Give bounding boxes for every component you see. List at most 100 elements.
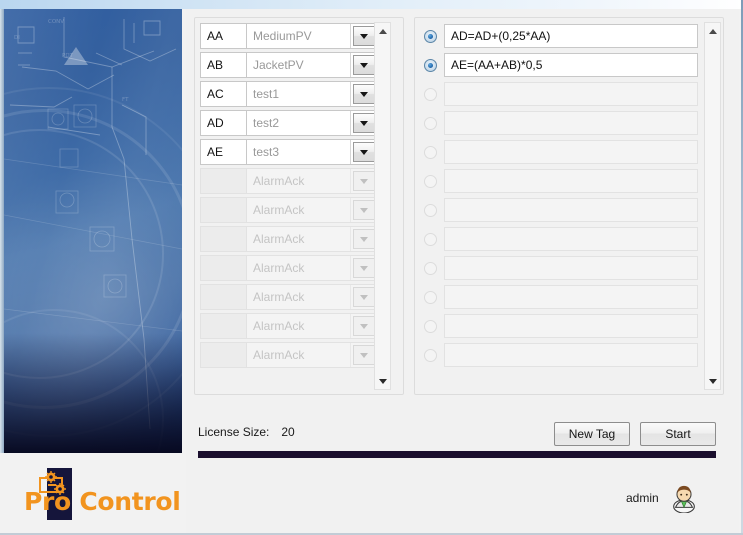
tag-code-input (201, 314, 247, 338)
chevron-down-icon (353, 345, 375, 365)
tag-code-input (201, 285, 247, 309)
expression-input (444, 256, 698, 280)
expression-radio-button (424, 232, 437, 246)
tag-row: AlarmAck (200, 226, 378, 252)
new-tag-button[interactable]: New Tag (554, 422, 630, 446)
expression-radio-button (424, 116, 437, 130)
start-button[interactable]: Start (640, 422, 716, 446)
expression-input (444, 111, 698, 135)
expression-radio-button (424, 145, 437, 159)
main-content: AA MediumPV AB JacketPV AC test1 AD test2 AE test… (186, 9, 739, 533)
chevron-down-icon[interactable] (353, 84, 375, 104)
chevron-down-icon[interactable] (353, 55, 375, 75)
expression-row (420, 168, 698, 194)
tag-name-select: AlarmAck (247, 227, 351, 251)
expression-row (420, 139, 698, 165)
tag-name-select: AlarmAck (247, 314, 351, 338)
expression-input (444, 140, 698, 164)
tag-rows-container: AA MediumPV AB JacketPV AC test1 AD test2 AE test… (200, 23, 378, 391)
chevron-down-icon (353, 287, 375, 307)
expression-input (444, 169, 698, 193)
scroll-up-arrow-icon[interactable] (375, 23, 390, 39)
expression-row (420, 255, 698, 281)
expression-radio-button[interactable] (424, 29, 437, 43)
license-size-label: License Size: (198, 425, 270, 439)
tag-code-input (201, 227, 247, 251)
tag-code-input[interactable]: AE (201, 140, 247, 164)
tag-list-panel: AA MediumPV AB JacketPV AC test1 AD test2 AE test… (194, 17, 404, 395)
tag-name-select: AlarmAck (247, 198, 351, 222)
tag-name-select: AlarmAck (247, 256, 351, 280)
expression-radio-button (424, 174, 437, 188)
expression-list-scrollbar[interactable] (704, 22, 721, 390)
tag-code-input[interactable]: AC (201, 82, 247, 106)
tag-row[interactable]: AC test1 (200, 81, 378, 107)
tag-name-select[interactable]: JacketPV (247, 53, 351, 77)
tag-row: AlarmAck (200, 255, 378, 281)
tag-name-select[interactable]: test3 (247, 140, 351, 164)
expression-input (444, 227, 698, 251)
expression-radio-button (424, 319, 437, 333)
window-top-strip (0, 0, 743, 9)
expression-radio-button (424, 87, 437, 101)
tag-name-select[interactable]: test1 (247, 82, 351, 106)
expression-input[interactable]: AD=AD+(0,25*AA) (444, 24, 698, 48)
chevron-down-icon (353, 200, 375, 220)
expression-row (420, 342, 698, 368)
tag-list-scrollbar[interactable] (374, 22, 391, 390)
tag-code-input (201, 169, 247, 193)
expression-input[interactable]: AE=(AA+AB)*0,5 (444, 53, 698, 77)
license-size-value: 20 (281, 425, 295, 439)
chevron-down-icon[interactable] (353, 113, 375, 133)
expression-radio-button (424, 290, 437, 304)
tag-row[interactable]: AD test2 (200, 110, 378, 136)
tag-code-input (201, 343, 247, 367)
blueprint-bottom-fade (4, 333, 182, 453)
expression-input (444, 285, 698, 309)
tag-row: AlarmAck (200, 197, 378, 223)
expression-row (420, 197, 698, 223)
scroll-down-arrow-icon[interactable] (375, 373, 390, 389)
tag-row: AlarmAck (200, 342, 378, 368)
tag-row[interactable]: AB JacketPV (200, 52, 378, 78)
expression-input (444, 82, 698, 106)
scroll-up-arrow-icon[interactable] (705, 23, 720, 39)
user-area[interactable]: admin (626, 483, 699, 513)
application-window: CONV PDT DI FT (0, 0, 743, 535)
expression-radio-button (424, 203, 437, 217)
tag-row[interactable]: AE test3 (200, 139, 378, 165)
tag-row: AlarmAck (200, 313, 378, 339)
chevron-down-icon[interactable] (353, 142, 375, 162)
expression-row (420, 226, 698, 252)
expression-row[interactable]: AE=(AA+AB)*0,5 (420, 52, 698, 78)
tag-row: AlarmAck (200, 168, 378, 194)
chevron-down-icon (353, 316, 375, 336)
expression-row (420, 110, 698, 136)
expression-input (444, 343, 698, 367)
progress-bar-fill (198, 451, 716, 458)
scroll-down-arrow-icon[interactable] (705, 373, 720, 389)
expression-input (444, 314, 698, 338)
license-size-info: License Size: 20 (198, 425, 295, 439)
user-avatar-icon[interactable] (669, 483, 699, 513)
expression-row[interactable]: AD=AD+(0,25*AA) (420, 23, 698, 49)
tag-name-select: AlarmAck (247, 343, 351, 367)
chevron-down-icon (353, 229, 375, 249)
chevron-down-icon (353, 171, 375, 191)
expression-list-panel: AD=AD+(0,25*AA) AE=(AA+AB)*0,5 (414, 17, 724, 395)
user-name-label: admin (626, 491, 659, 505)
tag-name-select[interactable]: MediumPV (247, 24, 351, 48)
expression-radio-button[interactable] (424, 58, 437, 72)
tag-code-input[interactable]: AD (201, 111, 247, 135)
chevron-down-icon (353, 258, 375, 278)
expression-row (420, 81, 698, 107)
tag-code-input[interactable]: AA (201, 24, 247, 48)
chevron-down-icon[interactable] (353, 26, 375, 46)
tag-code-input[interactable]: AB (201, 53, 247, 77)
expression-radio-button (424, 348, 437, 362)
tag-name-select: AlarmAck (247, 169, 351, 193)
logo-text: Pro Control (24, 487, 181, 516)
blueprint-background-image: CONV PDT DI FT (4, 9, 182, 453)
tag-name-select[interactable]: test2 (247, 111, 351, 135)
tag-row[interactable]: AA MediumPV (200, 23, 378, 49)
